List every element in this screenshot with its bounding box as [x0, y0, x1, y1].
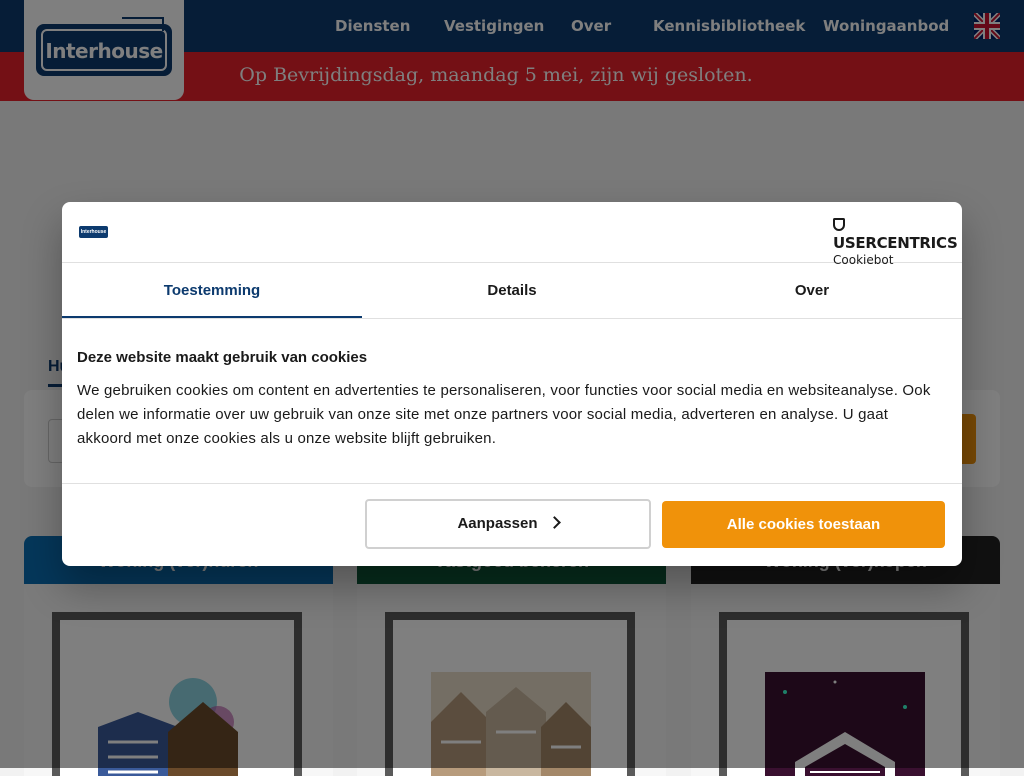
customize-button-label: Aanpassen: [457, 515, 538, 532]
brand-top-text: USERCENTRICS: [833, 234, 958, 252]
tab-details[interactable]: Details: [362, 263, 662, 318]
allow-all-cookies-button[interactable]: Alle cookies toestaan: [662, 501, 945, 548]
dialog-description: We gebruiken cookies om content en adver…: [77, 382, 931, 447]
cookie-consent-dialog: Interhouse USERCENTRICS Cookiebot Toeste…: [62, 202, 962, 566]
chevron-right-icon: [547, 516, 561, 529]
dialog-title: Deze website maakt gebruik van cookies: [77, 349, 368, 366]
tab-over[interactable]: Over: [662, 263, 962, 318]
interhouse-mini-logo: Interhouse: [79, 226, 108, 238]
dialog-body: Deze website maakt gebruik van cookies W…: [77, 349, 947, 451]
cookiebot-brand[interactable]: USERCENTRICS Cookiebot: [833, 216, 962, 267]
dialog-header: Interhouse USERCENTRICS Cookiebot: [62, 202, 962, 267]
dialog-divider: [62, 483, 962, 484]
tab-toestemming[interactable]: Toestemming: [62, 263, 362, 318]
shield-icon: [833, 218, 845, 231]
customize-button[interactable]: Aanpassen: [365, 499, 651, 549]
dialog-tabs: Toestemming Details Over: [62, 263, 962, 319]
usercentrics-wordmark: USERCENTRICS: [833, 216, 962, 252]
